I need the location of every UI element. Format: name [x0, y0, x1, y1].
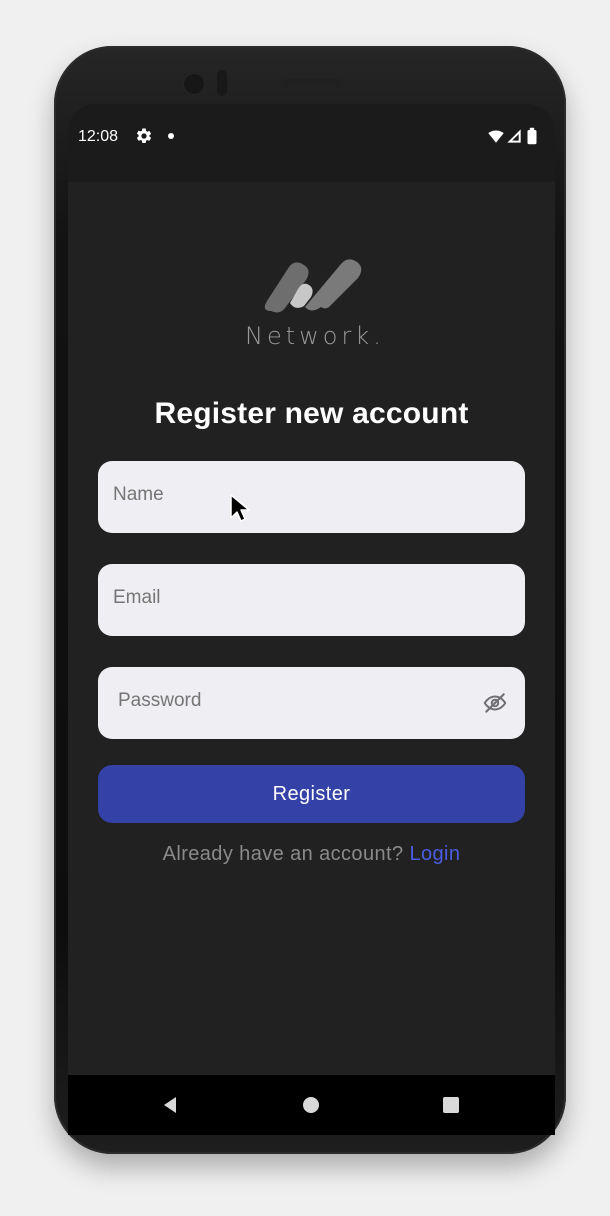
earpiece [283, 79, 341, 87]
back-icon[interactable] [158, 1093, 182, 1117]
app-screen: 12:08 Network. Register new account Name… [68, 104, 555, 1135]
status-bar: 12:08 [68, 104, 555, 182]
eye-off-icon[interactable] [481, 690, 509, 716]
password-placeholder: Password [118, 690, 202, 711]
signal-icon [507, 129, 521, 143]
email-placeholder: Email [113, 587, 161, 608]
sensor-icon [217, 70, 227, 96]
register-button[interactable]: Register [98, 765, 525, 823]
brand-name: Network. [245, 322, 385, 350]
password-field[interactable]: Password [98, 667, 525, 739]
name-field[interactable]: Name [98, 461, 525, 533]
network-logo-icon [264, 259, 362, 313]
android-navigation-bar [68, 1075, 555, 1135]
already-account-text: Already have an account? [162, 843, 404, 865]
home-icon[interactable] [299, 1093, 323, 1117]
name-placeholder: Name [113, 484, 164, 505]
email-field[interactable]: Email [98, 564, 525, 636]
login-link[interactable]: Login [409, 843, 460, 865]
login-prompt: Already have an account? Login [68, 843, 555, 866]
page-title: Register new account [154, 397, 469, 430]
recent-apps-icon[interactable] [439, 1093, 463, 1117]
status-time: 12:08 [78, 128, 119, 145]
battery-icon [527, 127, 537, 145]
gear-icon [136, 128, 152, 143]
wifi-icon [488, 130, 504, 143]
status-icons [487, 127, 547, 145]
notification-dot-icon [168, 133, 174, 139]
brand-logo: Network. [245, 254, 381, 354]
front-camera-icon [182, 72, 206, 96]
